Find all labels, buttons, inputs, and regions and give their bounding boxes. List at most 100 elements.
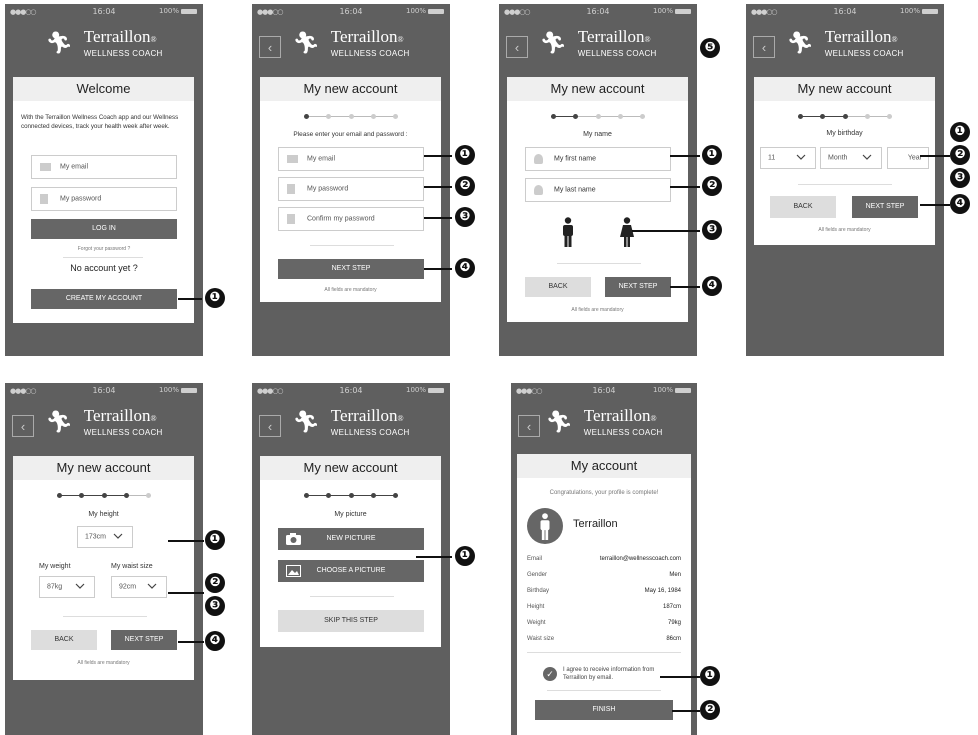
skip-step-button[interactable]: SKIP THIS STEP <box>278 610 424 632</box>
page-title: Welcome <box>13 77 194 101</box>
divider <box>557 263 641 264</box>
check-icon: ✓ <box>546 669 554 679</box>
create-account-button[interactable]: CREATE MY ACCOUNT <box>31 289 177 309</box>
screen-email-password: ●●●○○ 16:04 100% ‹ 🏃︎ Terraillon® WELLNES… <box>252 4 450 356</box>
battery-indicator: 100% <box>159 7 197 15</box>
brand-sub: WELLNESS COACH <box>83 49 163 58</box>
waist-label: My waist size <box>111 563 153 570</box>
section-label: My name <box>583 131 612 138</box>
mail-icon <box>287 155 298 163</box>
month-select[interactable]: Month <box>820 147 882 169</box>
email-field[interactable]: My email <box>31 155 177 179</box>
choose-picture-button[interactable]: CHOOSE A PICTURE <box>278 560 424 582</box>
callout-4: ❹ <box>702 276 722 296</box>
account-card: My new account My birthday 11 Month Year… <box>754 77 935 245</box>
year-input[interactable]: Year <box>887 147 929 169</box>
lock-icon <box>40 194 48 204</box>
callout-1: ❶ <box>455 145 475 165</box>
callout-2: ❷ <box>205 573 225 593</box>
status-bar: ●●●○○ 16:04 100% <box>252 4 450 20</box>
terraillon-logo-icon: 🏃︎ <box>45 409 74 434</box>
account-card: My new account My height 173cm My weight… <box>13 456 194 680</box>
info-row: Height 187cm <box>527 604 681 610</box>
progress-steps <box>304 492 398 498</box>
brand-logo: 🏃︎ Terraillon® WELLNESS COACH <box>545 406 663 438</box>
login-button[interactable]: LOG IN <box>31 219 177 239</box>
callout-1: ❶ <box>205 288 225 308</box>
account-card: My new account My picture NEW PICTURE CH… <box>260 456 441 647</box>
divider <box>63 616 147 617</box>
brand-name: Terraillon <box>83 27 151 46</box>
finish-button[interactable]: FINISH <box>535 700 673 720</box>
battery-icon <box>922 8 938 14</box>
weight-label: My weight <box>39 563 71 570</box>
callout-1: ❶ <box>205 530 225 550</box>
battery-icon <box>428 8 444 14</box>
callout-2: ❷ <box>455 176 475 196</box>
first-name-field[interactable]: My first name <box>525 147 671 171</box>
gender-male-icon[interactable] <box>561 217 575 247</box>
weight-select[interactable]: 87kg <box>39 576 95 598</box>
battery-icon <box>428 387 444 393</box>
height-select[interactable]: 173cm <box>77 526 133 548</box>
lock-icon <box>287 214 295 224</box>
next-step-button[interactable]: NEXT STEP <box>278 259 424 279</box>
avatar <box>527 508 563 544</box>
email-field[interactable]: My email <box>278 147 424 171</box>
chevron-down-icon <box>113 533 123 539</box>
battery-icon <box>181 387 197 393</box>
next-step-button[interactable]: NEXT STEP <box>111 630 177 650</box>
mandatory-note: All fields are mandatory <box>571 307 624 313</box>
waist-select[interactable]: 92cm <box>111 576 167 598</box>
screen-picture: ●●●○○ 16:04 100% ‹ 🏃︎ Terraillon® WELLNES… <box>252 383 450 735</box>
brand-logo: 🏃︎ Terraillon® WELLNESS COACH <box>786 27 904 59</box>
terraillon-logo-icon: 🏃︎ <box>786 30 815 55</box>
chevron-down-icon <box>75 583 85 589</box>
callout-4: ❹ <box>950 194 970 214</box>
divider <box>527 652 681 653</box>
page-title: My new account <box>260 77 441 101</box>
day-select[interactable]: 11 <box>760 147 816 169</box>
forgot-password-link[interactable]: Forgot your password ? <box>31 246 177 252</box>
callout-1: ❶ <box>950 122 970 142</box>
person-icon <box>540 513 550 540</box>
page-title: My new account <box>260 456 441 480</box>
brand-logo: 🏃︎ Terraillon® WELLNESS COACH <box>539 27 657 59</box>
new-picture-button[interactable]: NEW PICTURE <box>278 528 424 550</box>
last-name-field[interactable]: My last name <box>525 178 671 202</box>
confirm-password-field[interactable]: Confirm my password <box>278 207 424 231</box>
form-prompt: Please enter your email and password : <box>293 131 408 138</box>
status-bar: ●●●○○ 16:04 100% <box>746 4 944 20</box>
page-title: My new account <box>507 77 688 101</box>
mandatory-note: All fields are mandatory <box>77 660 130 666</box>
next-step-button[interactable]: NEXT STEP <box>605 277 671 297</box>
progress-steps <box>798 113 892 119</box>
callout-1: ❶ <box>455 546 475 566</box>
agree-text: I agree to receive information from Terr… <box>563 667 655 681</box>
mandatory-note: All fields are mandatory <box>818 227 871 233</box>
screen-birthday: ●●●○○ 16:04 100% ‹ 🏃︎ Terraillon® WELLNES… <box>746 4 944 356</box>
page-title: My new account <box>13 456 194 480</box>
chevron-down-icon <box>796 154 806 160</box>
password-field[interactable]: My password <box>31 187 177 211</box>
back-button[interactable]: BACK <box>770 196 836 218</box>
brand-logo: 🏃︎ Terraillon® WELLNESS COACH <box>292 27 410 59</box>
image-icon <box>286 565 301 577</box>
screen-name: ●●●○○ 16:04 100% ‹ 🏃︎ Terraillon® WELLNES… <box>499 4 697 356</box>
callout-3: ❸ <box>205 596 225 616</box>
back-button[interactable]: BACK <box>525 277 591 297</box>
gender-female-icon[interactable] <box>620 217 634 247</box>
terraillon-logo-icon: 🏃︎ <box>292 30 321 55</box>
screen-welcome: ●●●○○ 16:04 100% 🏃︎ Terraillon® WELLNESS … <box>5 4 203 356</box>
brand-logo: 🏃︎ Terraillon® WELLNESS COACH <box>45 406 163 438</box>
status-bar: ●●●○○ 16:04 100% <box>5 4 203 20</box>
congrats-text: Congratulations, your profile is complet… <box>549 490 659 496</box>
callout-4: ❹ <box>455 258 475 278</box>
password-field[interactable]: My password <box>278 177 424 201</box>
back-button[interactable]: BACK <box>31 630 97 650</box>
agree-checkbox[interactable]: ✓ <box>543 667 557 681</box>
no-account-text: No account yet ? <box>70 263 138 273</box>
next-step-button[interactable]: NEXT STEP <box>852 196 918 218</box>
user-icon <box>534 154 543 164</box>
mandatory-note: All fields are mandatory <box>324 287 377 293</box>
